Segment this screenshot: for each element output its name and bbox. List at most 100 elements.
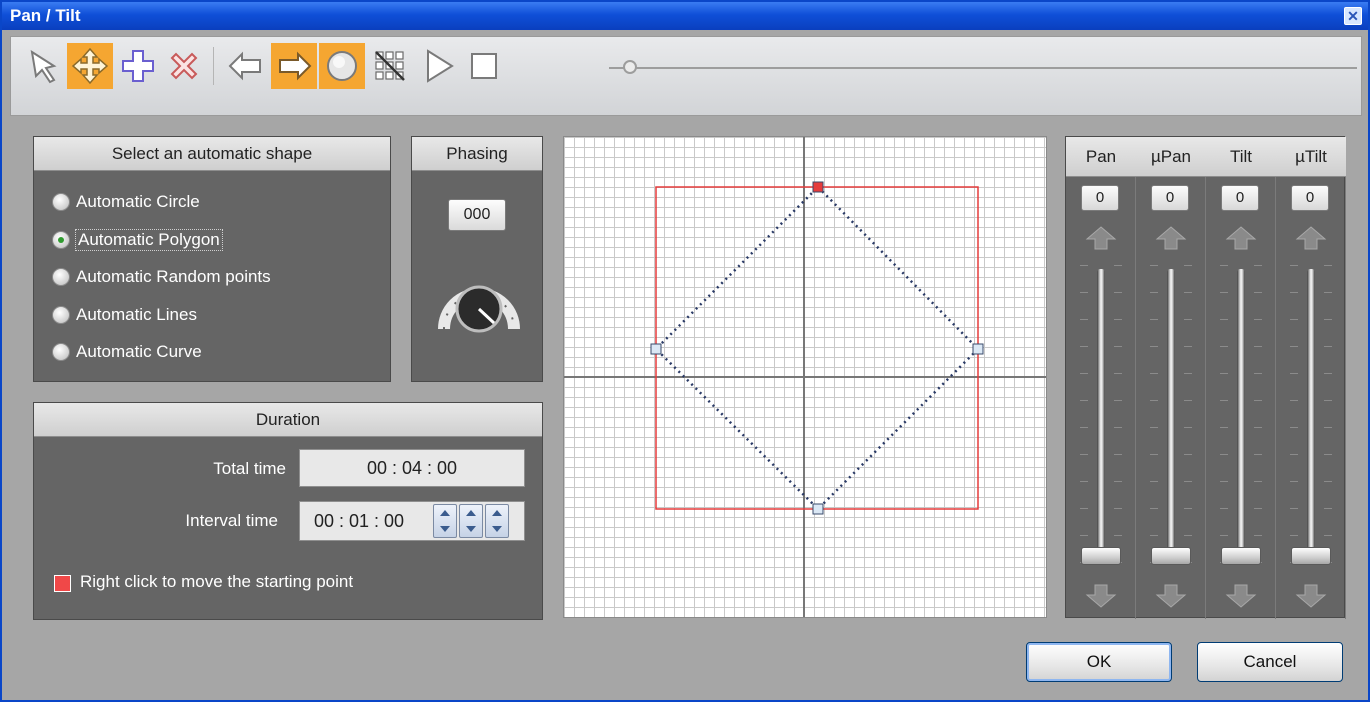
shape-option-label: Automatic Random points	[76, 267, 271, 286]
slider-ticks	[1114, 265, 1122, 565]
slider-thumb[interactable]	[1221, 547, 1261, 565]
spin-up-icon[interactable]	[486, 505, 508, 521]
channel-label: Pan	[1066, 137, 1136, 177]
slider-ticks	[1184, 265, 1192, 565]
close-icon[interactable]: ✕	[1344, 7, 1362, 25]
seconds-spinner[interactable]	[485, 504, 509, 538]
stop-button[interactable]	[461, 43, 507, 89]
progress-knob[interactable]	[623, 60, 637, 74]
shape-option-radio[interactable]: Automatic Lines	[52, 303, 197, 327]
radio-icon[interactable]	[52, 230, 70, 249]
start-point-legend-icon	[54, 575, 71, 592]
start-point[interactable]	[812, 181, 824, 193]
progress-track	[609, 67, 1357, 69]
path-point[interactable]	[812, 503, 824, 515]
slider-track[interactable]	[1097, 269, 1105, 555]
arrow-down-icon[interactable]	[1295, 581, 1327, 609]
duration-panel: Duration Total time 00 : 04 : 00 Interva…	[33, 402, 543, 620]
spin-up-icon[interactable]	[460, 505, 482, 521]
move-cross-icon	[71, 47, 109, 85]
shape-option-radio[interactable]: Automatic Random points	[52, 265, 271, 289]
shape-option-radio[interactable]: Automatic Polygon	[52, 228, 223, 252]
radio-icon[interactable]	[52, 268, 70, 286]
arrow-down-icon[interactable]	[1225, 581, 1257, 609]
cancel-button[interactable]: Cancel	[1197, 642, 1343, 682]
pan-tilt-grid[interactable]	[563, 136, 1047, 618]
phasing-panel: Phasing 000	[411, 136, 543, 382]
shape-option-label: Automatic Curve	[76, 342, 202, 361]
shape-option-label: Automatic Circle	[76, 192, 200, 211]
total-time-label: Total time	[213, 459, 286, 478]
channel-column: Tilt 0	[1206, 137, 1276, 619]
circle-icon	[327, 51, 357, 81]
arrow-down-icon[interactable]	[1085, 581, 1117, 609]
arrow-up-icon[interactable]	[1295, 225, 1327, 253]
channel-value[interactable]: 0	[1081, 185, 1119, 211]
spin-down-icon[interactable]	[434, 521, 456, 537]
circle-tool-button[interactable]	[319, 43, 365, 89]
select-tool-button[interactable]	[21, 43, 67, 89]
arrow-pointer-icon	[30, 49, 57, 84]
phasing-value[interactable]: 000	[448, 199, 506, 231]
ok-button[interactable]: OK	[1026, 642, 1172, 682]
start-point-hint: Right click to move the starting point	[80, 572, 354, 591]
channel-value[interactable]: 0	[1221, 185, 1259, 211]
radio-icon[interactable]	[52, 193, 70, 211]
arrow-down-icon[interactable]	[1155, 581, 1187, 609]
slider-track[interactable]	[1307, 269, 1315, 555]
grid-canvas[interactable]	[564, 137, 1046, 618]
arrow-up-icon[interactable]	[1085, 225, 1117, 253]
channel-column: Pan 0	[1066, 137, 1136, 619]
interval-time-label: Interval time	[185, 511, 278, 530]
channel-label: µPan	[1136, 137, 1206, 177]
play-button[interactable]	[415, 43, 461, 89]
arrow-up-icon[interactable]	[1155, 225, 1187, 253]
toolbar-separator	[213, 47, 214, 85]
channel-column: µTilt 0	[1276, 137, 1346, 619]
slider-ticks	[1290, 265, 1298, 565]
grid-toggle-button[interactable]	[367, 43, 413, 89]
channel-value[interactable]: 0	[1151, 185, 1189, 211]
slider-track[interactable]	[1167, 269, 1175, 555]
phasing-dial-icon[interactable]	[438, 269, 520, 341]
slider-thumb[interactable]	[1081, 547, 1121, 565]
slider-track[interactable]	[1237, 269, 1245, 555]
slider-ticks	[1324, 265, 1332, 565]
channel-sliders: Pan 0 µPan 0 Tilt 0 µTilt 0	[1065, 136, 1346, 619]
shape-option-radio[interactable]: Automatic Circle	[52, 190, 200, 214]
slider-ticks	[1080, 265, 1088, 565]
slider-ticks	[1150, 265, 1158, 565]
radio-icon[interactable]	[52, 343, 70, 361]
interval-time-value: 00 : 01 : 00	[314, 511, 405, 531]
grid-crossed-icon	[375, 51, 405, 81]
path-point[interactable]	[650, 343, 662, 355]
slider-thumb[interactable]	[1291, 547, 1331, 565]
playback-progress-slider[interactable]	[609, 60, 1357, 74]
add-point-button[interactable]	[115, 43, 161, 89]
slider-ticks	[1220, 265, 1228, 565]
arrow-up-icon[interactable]	[1225, 225, 1257, 253]
shape-option-label: Automatic Polygon	[75, 228, 223, 251]
channel-value[interactable]: 0	[1291, 185, 1329, 211]
hours-spinner[interactable]	[433, 504, 457, 538]
pan-tilt-window: Pan / Tilt ✕ Select an automatic shape A…	[0, 0, 1370, 702]
spin-down-icon[interactable]	[460, 521, 482, 537]
spin-down-icon[interactable]	[486, 521, 508, 537]
title-bar[interactable]: Pan / Tilt ✕	[2, 2, 1368, 30]
channel-label: Tilt	[1206, 137, 1276, 177]
stop-icon	[471, 53, 497, 79]
total-time-value: 00 : 04 : 00	[299, 449, 525, 487]
move-tool-button[interactable]	[67, 43, 113, 89]
shape-panel: Select an automatic shape Automatic Circ…	[33, 136, 391, 382]
minutes-spinner[interactable]	[459, 504, 483, 538]
previous-button[interactable]	[223, 43, 269, 89]
radio-icon[interactable]	[52, 305, 70, 324]
slider-thumb[interactable]	[1151, 547, 1191, 565]
window-title: Pan / Tilt	[10, 6, 81, 25]
plus-icon	[122, 50, 154, 82]
next-button[interactable]	[271, 43, 317, 89]
shape-option-radio[interactable]: Automatic Curve	[52, 340, 202, 364]
path-point[interactable]	[972, 343, 984, 355]
delete-point-button[interactable]	[161, 43, 207, 89]
spin-up-icon[interactable]	[434, 505, 456, 521]
